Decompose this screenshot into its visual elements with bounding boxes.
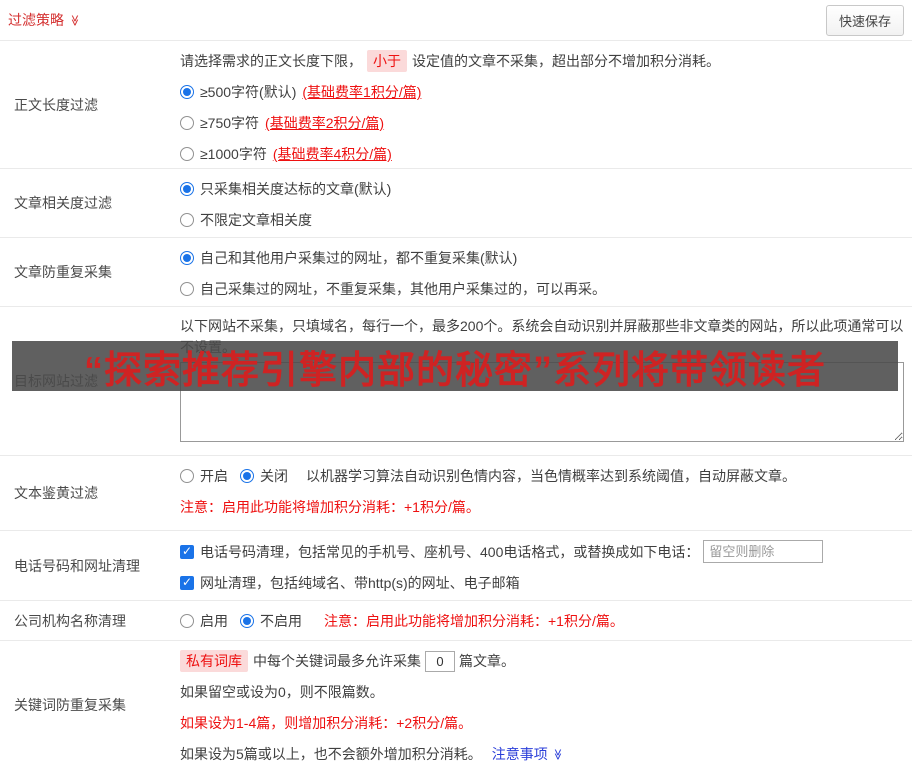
row-label-length-filter: 正文长度过滤 (14, 96, 98, 113)
row-org-clean: 公司机构名称清理 启用 不启用 注意：启用此功能将增加积分消耗：+1积分/篇。 (0, 600, 912, 640)
radio-icon[interactable] (240, 613, 254, 628)
option-text: 关闭 (260, 468, 288, 484)
row-label-org-clean: 公司机构名称清理 (14, 612, 126, 629)
option-text: 启用 (200, 612, 228, 629)
quick-save-button[interactable]: 快速保存 (825, 4, 904, 36)
option-text: 开启 (200, 468, 228, 484)
radio-icon[interactable] (180, 251, 194, 265)
org-clean-warning: 注意：启用此功能将增加积分消耗：+1积分/篇。 (324, 612, 624, 629)
option-text: ≥500字符(默认) (200, 84, 297, 100)
dedup-option-global[interactable]: 自己和其他用户采集过的网址，都不重复采集(默认) (180, 247, 904, 269)
option-text: 不限定文章相关度 (200, 212, 312, 228)
keyword-limit-text: 中每个关键词最多允许采集 (253, 653, 421, 669)
keyword-limit-line: 私有词库 中每个关键词最多允许采集 篇文章。 (180, 650, 904, 672)
replacement-phone-input[interactable] (703, 540, 824, 563)
chevron-down-icon: ≫ (68, 14, 81, 26)
max-collect-count-input[interactable] (425, 650, 455, 672)
page-title[interactable]: 过滤策略 ≫ (8, 10, 80, 30)
option-text: ≥750字符 (200, 115, 260, 131)
filter-strategy-page: 过滤策略 ≫ 快速保存 正文长度过滤 请选择需求的正文长度下限， 小于 设定值的… (0, 0, 912, 768)
row-relevance-filter: 文章相关度过滤 只采集相关度达标的文章(默认) 不限定文章相关度 (0, 168, 912, 237)
relevance-option-any[interactable]: 不限定文章相关度 (180, 209, 904, 231)
length-option-1000[interactable]: ≥1000字符 (基础费率4积分/篇) (180, 143, 904, 165)
topbar: 过滤策略 ≫ 快速保存 (0, 0, 912, 40)
radio-icon[interactable] (180, 282, 194, 296)
porn-filter-desc: 以机器学习算法自动识别色情内容，当色情概率达到系统阈值，自动屏蔽文章。 (306, 468, 796, 484)
radio-icon[interactable] (180, 613, 194, 628)
radio-icon[interactable] (180, 116, 194, 130)
radio-icon[interactable] (180, 182, 194, 196)
chevron-down-icon: ≫ (551, 748, 564, 760)
keyword-rule-5plus-text: 如果设为5篇或以上，也不会额外增加积分消耗。 (180, 746, 482, 762)
length-filter-intro: 请选择需求的正文长度下限， 小于 设定值的文章不采集，超出部分不增加积分消耗。 (180, 50, 904, 72)
length-option-500[interactable]: ≥500字符(默认) (基础费率1积分/篇) (180, 81, 904, 103)
overlay-banner: “探索推荐引擎内部的秘密”系列将带领读者 (12, 341, 898, 391)
option-fee-link[interactable]: (基础费率2积分/篇) (265, 113, 384, 133)
less-than-highlight: 小于 (367, 50, 407, 72)
porn-filter-on-option[interactable]: 开启 (180, 466, 228, 486)
keyword-rule-zero: 如果留空或设为0，则不限篇数。 (180, 684, 384, 700)
option-text: 自己采集过的网址，不重复采集，其他用户采集过的，可以再采。 (200, 281, 606, 297)
radio-icon[interactable] (180, 213, 194, 227)
keyword-rule-5plus-line: 如果设为5篇或以上，也不会额外增加积分消耗。 注意事项 ≫ (180, 743, 904, 765)
keyword-limit-suffix: 篇文章。 (459, 653, 515, 669)
relevance-option-strict[interactable]: 只采集相关度达标的文章(默认) (180, 178, 904, 200)
phone-clean-text: 电话号码清理，包括常见的手机号、座机号、400电话格式，或替换成如下电话： (200, 543, 700, 560)
option-text: 不启用 (260, 612, 302, 629)
porn-filter-off-option[interactable]: 关闭 (240, 466, 288, 486)
row-keyword-dedup: 关键词防重复采集 私有词库 中每个关键词最多允许采集 篇文章。 如果留空或设为0… (0, 640, 912, 768)
row-label-phone-url-clean: 电话号码和网址清理 (14, 557, 140, 574)
radio-icon[interactable] (180, 147, 194, 161)
radio-icon[interactable] (240, 469, 254, 483)
phone-clean-option: 电话号码清理，包括常见的手机号、座机号、400电话格式，或替换成如下电话： (180, 540, 904, 563)
row-label-relevance-filter: 文章相关度过滤 (14, 195, 112, 211)
row-length-filter: 正文长度过滤 请选择需求的正文长度下限， 小于 设定值的文章不采集，超出部分不增… (0, 40, 912, 168)
row-label-keyword-dedup: 关键词防重复采集 (14, 696, 126, 713)
org-clean-disable-option[interactable]: 不启用 (240, 611, 302, 631)
row-dedup-filter: 文章防重复采集 自己和其他用户采集过的网址，都不重复采集(默认) 自己采集过的网… (0, 237, 912, 306)
radio-icon[interactable] (180, 85, 194, 99)
row-label-porn-filter: 文本鉴黄过滤 (14, 485, 98, 501)
option-fee-link[interactable]: (基础费率4积分/篇) (273, 144, 392, 164)
org-clean-enable-option[interactable]: 启用 (180, 611, 228, 631)
overlay-banner-text: “探索推荐引擎内部的秘密”系列将带领读者 (83, 349, 826, 392)
option-text: 自己和其他用户采集过的网址，都不重复采集(默认) (200, 250, 518, 266)
porn-filter-warning: 注意：启用此功能将增加积分消耗：+1积分/篇。 (180, 499, 480, 515)
url-clean-option: 网址清理，包括纯域名、带http(s)的网址、电子邮箱 (180, 572, 904, 594)
length-option-750[interactable]: ≥750字符 (基础费率2积分/篇) (180, 112, 904, 134)
dedup-option-self-only[interactable]: 自己采集过的网址，不重复采集，其他用户采集过的，可以再采。 (180, 278, 904, 300)
porn-filter-options: 开启 关闭 以机器学习算法自动识别色情内容，当色情概率达到系统阈值，自动屏蔽文章… (180, 465, 904, 487)
radio-icon[interactable] (180, 469, 194, 483)
notice-link[interactable]: 注意事项 ≫ (492, 744, 563, 764)
phone-clean-checkbox[interactable] (180, 544, 194, 559)
page-title-text: 过滤策略 (8, 12, 64, 28)
notice-link-text: 注意事项 (491, 746, 548, 762)
keyword-rule-1-4: 如果设为1-4篇，则增加积分消耗：+2积分/篇。 (180, 715, 473, 731)
intro-post-text: 设定值的文章不采集，超出部分不增加积分消耗。 (412, 53, 720, 69)
org-clean-options: 启用 不启用 注意：启用此功能将增加积分消耗：+1积分/篇。 (180, 610, 624, 632)
option-fee-link[interactable]: (基础费率1积分/篇) (302, 82, 421, 102)
row-phone-url-clean: 电话号码和网址清理 电话号码清理，包括常见的手机号、座机号、400电话格式，或替… (0, 530, 912, 600)
intro-pre-text: 请选择需求的正文长度下限， (180, 53, 362, 69)
url-clean-text: 网址清理，包括纯域名、带http(s)的网址、电子邮箱 (200, 575, 520, 591)
private-lexicon-label[interactable]: 私有词库 (180, 650, 248, 672)
option-text: 只采集相关度达标的文章(默认) (200, 181, 392, 197)
row-porn-filter: 文本鉴黄过滤 开启 关闭 以机器学习算法自动识别色情内容，当色情概率达到系统阈值… (0, 455, 912, 530)
url-clean-checkbox[interactable] (180, 575, 194, 590)
option-text: ≥1000字符 (200, 146, 267, 162)
row-label-dedup-filter: 文章防重复采集 (14, 264, 112, 280)
